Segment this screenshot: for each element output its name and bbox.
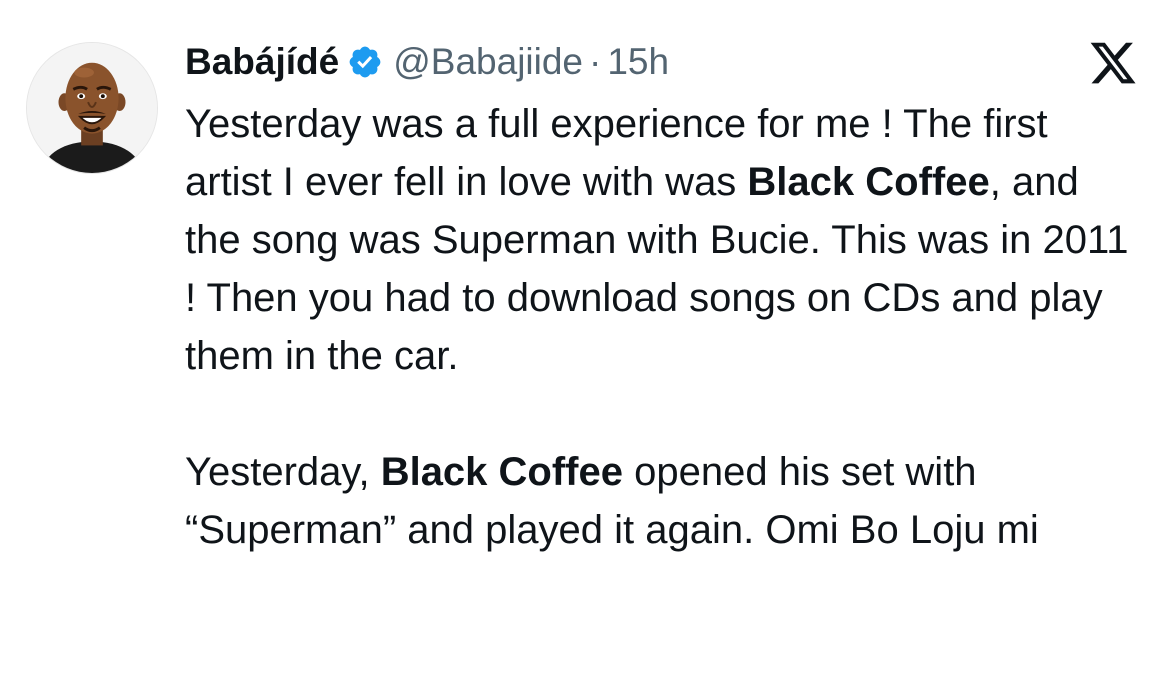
verified-badge-icon (347, 44, 383, 80)
tweet-header: Babájídé @Babajiide · 15h (185, 36, 669, 88)
x-logo-icon[interactable] (1087, 38, 1139, 88)
tweet-text: Yesterday was a full experience for me !… (185, 95, 1135, 559)
author-name[interactable]: Babájídé (185, 36, 339, 88)
tweet-card: Babájídé @Babajiide · 15h Yesterday was … (0, 0, 1169, 692)
mention-black-coffee: Black Coffee (380, 450, 623, 494)
cartoon-man-avatar-icon (27, 43, 157, 173)
avatar[interactable] (26, 42, 158, 174)
separator-dot: · (589, 41, 602, 82)
tweet-text-segment: Yesterday, (185, 450, 381, 494)
mention-black-coffee: Black Coffee (747, 160, 990, 204)
author-handle[interactable]: @Babajiide (393, 36, 583, 88)
tweet-paragraph-2: Yesterday, Black Coffee opened his set w… (185, 443, 1135, 559)
tweet-paragraph-1: Yesterday was a full experience for me !… (185, 95, 1135, 385)
timestamp[interactable]: 15h (607, 36, 669, 88)
